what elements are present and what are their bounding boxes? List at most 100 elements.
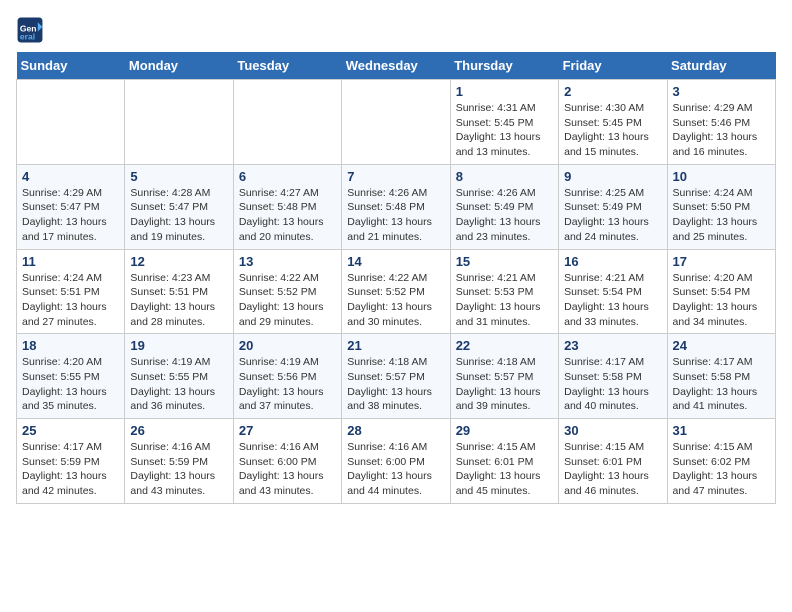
day-number: 18 — [22, 338, 119, 353]
logo-icon: Gen eral — [16, 16, 44, 44]
table-row: 15Sunrise: 4:21 AMSunset: 5:53 PMDayligh… — [450, 249, 558, 334]
table-row: 8 Sunrise: 4:26 AMSunset: 5:49 PMDaylight… — [450, 164, 558, 249]
table-row: 7Sunrise: 4:26 AMSunset: 5:48 PMDaylight… — [342, 164, 450, 249]
table-row: 12 Sunrise: 4:23 AMSunset: 5:51 PMDayligh… — [125, 249, 233, 334]
day-info: Sunrise: 4:23 AMSunset: 5:51 PMDaylight:… — [130, 271, 227, 330]
week-row-4: 18 Sunrise: 4:20 AMSunset: 5:55 PMDayligh… — [17, 334, 776, 419]
day-number: 26 — [130, 423, 227, 438]
table-row: 19 Sunrise: 4:19 AMSunset: 5:55 PMDayligh… — [125, 334, 233, 419]
table-row: 3 Sunrise: 4:29 AMSunset: 5:46 PMDaylight… — [667, 80, 775, 165]
table-row: 18 Sunrise: 4:20 AMSunset: 5:55 PMDayligh… — [17, 334, 125, 419]
day-info: Sunrise: 4:16 AMSunset: 6:00 PMDaylight:… — [239, 440, 336, 499]
table-row: 13 Sunrise: 4:22 AMSunset: 5:52 PMDayligh… — [233, 249, 341, 334]
week-row-2: 4 Sunrise: 4:29 AMSunset: 5:47 PMDaylight… — [17, 164, 776, 249]
day-number: 28 — [347, 423, 444, 438]
day-info: Sunrise: 4:16 AMSunset: 5:59 PMDaylight:… — [130, 440, 227, 499]
table-row: 10 Sunrise: 4:24 AMSunset: 5:50 PMDayligh… — [667, 164, 775, 249]
table-row: 21 Sunrise: 4:18 AMSunset: 5:57 PMDayligh… — [342, 334, 450, 419]
weekday-header-row: SundayMondayTuesdayWednesdayThursdayFrid… — [17, 52, 776, 80]
week-row-1: 1 Sunrise: 4:31 AMSunset: 5:45 PMDaylight… — [17, 80, 776, 165]
table-row: 27Sunrise: 4:16 AMSunset: 6:00 PMDayligh… — [233, 419, 341, 504]
svg-text:eral: eral — [20, 31, 35, 41]
table-row: 25Sunrise: 4:17 AMSunset: 5:59 PMDayligh… — [17, 419, 125, 504]
week-row-5: 25Sunrise: 4:17 AMSunset: 5:59 PMDayligh… — [17, 419, 776, 504]
day-number: 31 — [673, 423, 770, 438]
day-info: Sunrise: 4:26 AMSunset: 5:49 PMDaylight:… — [456, 186, 553, 245]
table-row: 23 Sunrise: 4:17 AMSunset: 5:58 PMDayligh… — [559, 334, 667, 419]
table-row: 28 Sunrise: 4:16 AMSunset: 6:00 PMDayligh… — [342, 419, 450, 504]
day-info: Sunrise: 4:22 AMSunset: 5:52 PMDaylight:… — [347, 271, 444, 330]
table-row: 4 Sunrise: 4:29 AMSunset: 5:47 PMDaylight… — [17, 164, 125, 249]
day-number: 11 — [22, 254, 119, 269]
header-tuesday: Tuesday — [233, 52, 341, 80]
table-row: 2 Sunrise: 4:30 AMSunset: 5:45 PMDaylight… — [559, 80, 667, 165]
day-number: 23 — [564, 338, 661, 353]
table-row: 1 Sunrise: 4:31 AMSunset: 5:45 PMDaylight… — [450, 80, 558, 165]
day-number: 21 — [347, 338, 444, 353]
day-info: Sunrise: 4:20 AMSunset: 5:55 PMDaylight:… — [22, 355, 119, 414]
day-info: Sunrise: 4:29 AMSunset: 5:47 PMDaylight:… — [22, 186, 119, 245]
day-number: 4 — [22, 169, 119, 184]
day-number: 8 — [456, 169, 553, 184]
day-info: Sunrise: 4:24 AMSunset: 5:50 PMDaylight:… — [673, 186, 770, 245]
day-info: Sunrise: 4:15 AMSunset: 6:02 PMDaylight:… — [673, 440, 770, 499]
header-saturday: Saturday — [667, 52, 775, 80]
day-number: 10 — [673, 169, 770, 184]
table-row: 30 Sunrise: 4:15 AMSunset: 6:01 PMDayligh… — [559, 419, 667, 504]
table-row — [233, 80, 341, 165]
day-info: Sunrise: 4:19 AMSunset: 5:56 PMDaylight:… — [239, 355, 336, 414]
day-info: Sunrise: 4:17 AMSunset: 5:58 PMDaylight:… — [673, 355, 770, 414]
table-row: 16 Sunrise: 4:21 AMSunset: 5:54 PMDayligh… — [559, 249, 667, 334]
day-number: 9 — [564, 169, 661, 184]
day-info: Sunrise: 4:24 AMSunset: 5:51 PMDaylight:… — [22, 271, 119, 330]
week-row-3: 11 Sunrise: 4:24 AMSunset: 5:51 PMDayligh… — [17, 249, 776, 334]
header-wednesday: Wednesday — [342, 52, 450, 80]
day-info: Sunrise: 4:30 AMSunset: 5:45 PMDaylight:… — [564, 101, 661, 160]
day-number: 13 — [239, 254, 336, 269]
table-row: 11 Sunrise: 4:24 AMSunset: 5:51 PMDayligh… — [17, 249, 125, 334]
page-header: Gen eral — [16, 16, 776, 44]
table-row — [17, 80, 125, 165]
logo: Gen eral — [16, 16, 48, 44]
day-number: 1 — [456, 84, 553, 99]
day-number: 12 — [130, 254, 227, 269]
table-row — [125, 80, 233, 165]
day-number: 15 — [456, 254, 553, 269]
day-info: Sunrise: 4:29 AMSunset: 5:46 PMDaylight:… — [673, 101, 770, 160]
day-info: Sunrise: 4:18 AMSunset: 5:57 PMDaylight:… — [456, 355, 553, 414]
header-monday: Monday — [125, 52, 233, 80]
day-info: Sunrise: 4:22 AMSunset: 5:52 PMDaylight:… — [239, 271, 336, 330]
day-info: Sunrise: 4:27 AMSunset: 5:48 PMDaylight:… — [239, 186, 336, 245]
table-row: 31 Sunrise: 4:15 AMSunset: 6:02 PMDayligh… — [667, 419, 775, 504]
day-number: 16 — [564, 254, 661, 269]
header-friday: Friday — [559, 52, 667, 80]
day-info: Sunrise: 4:17 AMSunset: 5:58 PMDaylight:… — [564, 355, 661, 414]
day-info: Sunrise: 4:25 AMSunset: 5:49 PMDaylight:… — [564, 186, 661, 245]
day-info: Sunrise: 4:15 AMSunset: 6:01 PMDaylight:… — [564, 440, 661, 499]
table-row: 6 Sunrise: 4:27 AMSunset: 5:48 PMDaylight… — [233, 164, 341, 249]
table-row: 9 Sunrise: 4:25 AMSunset: 5:49 PMDaylight… — [559, 164, 667, 249]
table-row: 22Sunrise: 4:18 AMSunset: 5:57 PMDayligh… — [450, 334, 558, 419]
table-row — [342, 80, 450, 165]
day-number: 14 — [347, 254, 444, 269]
day-number: 19 — [130, 338, 227, 353]
table-row: 14 Sunrise: 4:22 AMSunset: 5:52 PMDayligh… — [342, 249, 450, 334]
day-number: 25 — [22, 423, 119, 438]
day-info: Sunrise: 4:16 AMSunset: 6:00 PMDaylight:… — [347, 440, 444, 499]
table-row: 29Sunrise: 4:15 AMSunset: 6:01 PMDayligh… — [450, 419, 558, 504]
day-number: 24 — [673, 338, 770, 353]
day-number: 7 — [347, 169, 444, 184]
day-info: Sunrise: 4:19 AMSunset: 5:55 PMDaylight:… — [130, 355, 227, 414]
day-number: 30 — [564, 423, 661, 438]
day-number: 2 — [564, 84, 661, 99]
day-number: 6 — [239, 169, 336, 184]
table-row: 26 Sunrise: 4:16 AMSunset: 5:59 PMDayligh… — [125, 419, 233, 504]
day-info: Sunrise: 4:31 AMSunset: 5:45 PMDaylight:… — [456, 101, 553, 160]
day-info: Sunrise: 4:21 AMSunset: 5:54 PMDaylight:… — [564, 271, 661, 330]
day-number: 3 — [673, 84, 770, 99]
header-sunday: Sunday — [17, 52, 125, 80]
day-info: Sunrise: 4:18 AMSunset: 5:57 PMDaylight:… — [347, 355, 444, 414]
table-row: 24 Sunrise: 4:17 AMSunset: 5:58 PMDayligh… — [667, 334, 775, 419]
day-number: 29 — [456, 423, 553, 438]
table-row: 17Sunrise: 4:20 AMSunset: 5:54 PMDayligh… — [667, 249, 775, 334]
